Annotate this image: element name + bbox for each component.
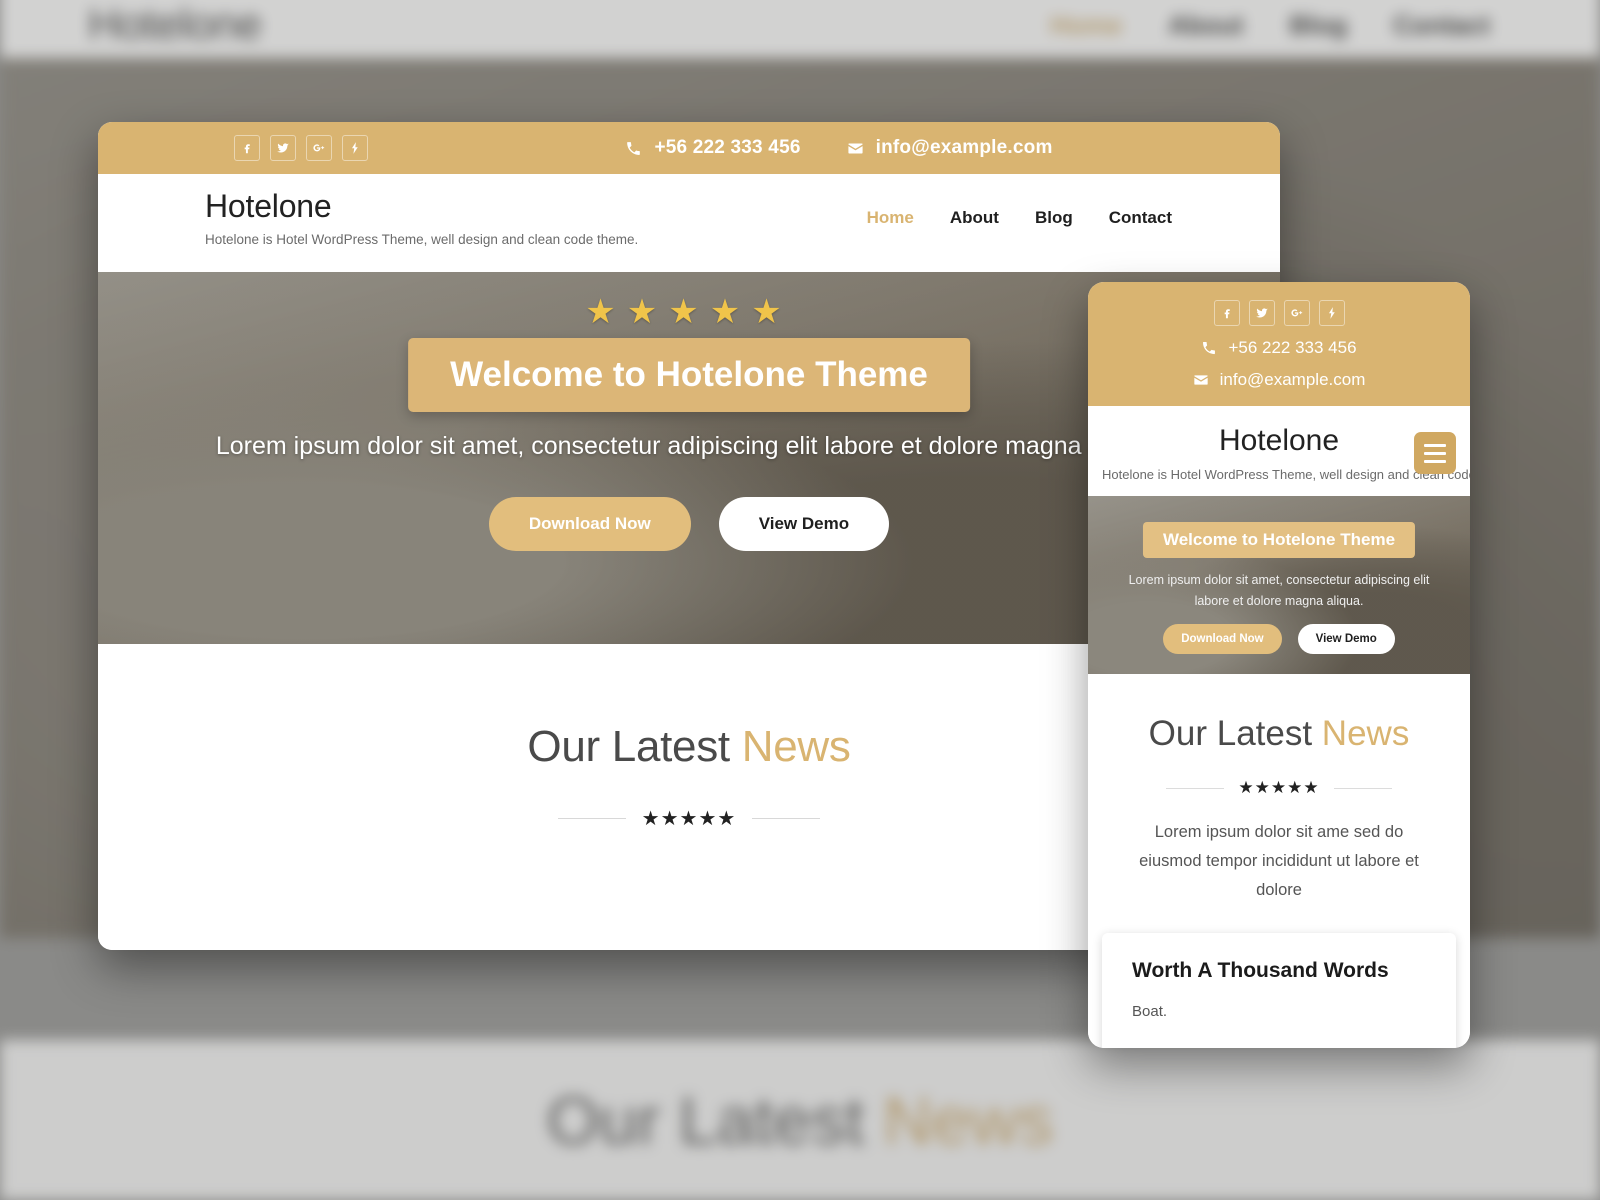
brand-name: Hotelone [205, 188, 332, 224]
envelope-icon [1193, 375, 1208, 385]
mobile-hero-actions: Download Now View Demo [1088, 624, 1470, 654]
phone-icon [627, 141, 641, 155]
background-nav-about: About [1168, 10, 1244, 40]
hamburger-bar [1424, 443, 1446, 447]
mobile-phone-contact[interactable]: +56 222 333 456 [1088, 338, 1470, 358]
nav-item-about[interactable]: About [950, 208, 999, 228]
email-address: info@example.com [875, 137, 1053, 158]
mobile-email-contact[interactable]: info@example.com [1088, 370, 1470, 390]
nav-item-contact[interactable]: Contact [1109, 208, 1172, 228]
background-header: Hotelone Hotelone is Hotel WordPress The… [0, 0, 1600, 77]
flash-icon[interactable] [1318, 300, 1345, 326]
email-contact[interactable]: info@example.com [847, 137, 1053, 159]
twitter-icon[interactable] [270, 135, 296, 161]
mobile-brand-tagline: Hotelone is Hotel WordPress Theme, well … [1102, 467, 1470, 482]
social-links [234, 135, 368, 161]
background-brand-name: Hotelone [88, 0, 262, 49]
mobile-social-links [1088, 300, 1470, 326]
background-nav-blog: Blog [1289, 10, 1348, 40]
hamburger-menu-button[interactable] [1414, 432, 1456, 474]
news-card-excerpt: Boat. [1132, 1002, 1168, 1020]
separator-line-right [1333, 787, 1392, 789]
mobile-news-description: Lorem ipsum dolor sit ame sed do eiusmod… [1139, 823, 1419, 899]
mobile-latest-news-section: Our Latest News ★★★★★ Lorem ipsum dolor … [1088, 674, 1470, 1048]
brand-block: Hotelone Hotelone is Hotel WordPress The… [205, 188, 638, 247]
mobile-news-separator: ★★★★★ [1088, 778, 1470, 798]
google-plus-icon[interactable] [306, 135, 332, 161]
mobile-topbar: +56 222 333 456 info@example.com [1088, 282, 1470, 406]
phone-number: +56 222 333 456 [654, 137, 801, 158]
mobile-phone-number: +56 222 333 456 [1228, 338, 1357, 357]
background-nav-home: Home [1050, 10, 1123, 40]
mobile-header: Hotelone Hotelone is Hotel WordPress The… [1088, 406, 1470, 496]
separator-line-left [557, 818, 626, 819]
news-heading-plain: Our Latest [527, 722, 742, 771]
background-nav: Home About Blog Contact [1050, 10, 1490, 41]
background-nav-contact: Contact [1393, 10, 1490, 40]
phone-icon [1203, 342, 1216, 355]
separator-stars: ★★★★★ [1238, 778, 1320, 797]
download-now-button[interactable]: Download Now [488, 497, 691, 551]
brand-tagline: Hotelone is Hotel WordPress Theme, well … [205, 232, 639, 247]
background-news-accent: News [883, 1083, 1054, 1159]
mobile-hero-section: Welcome to Hotelone Theme Lorem ipsum do… [1088, 496, 1470, 674]
mobile-news-heading-accent: News [1321, 714, 1410, 753]
hamburger-bar [1424, 451, 1446, 455]
mobile-news-heading: Our Latest News [1088, 714, 1470, 754]
mobile-download-now-button[interactable]: Download Now [1163, 624, 1282, 654]
nav-item-blog[interactable]: Blog [1035, 208, 1073, 228]
news-card[interactable]: Worth A Thousand Words Boat. [1102, 932, 1456, 1048]
phone-contact[interactable]: +56 222 333 456 [625, 137, 800, 159]
background-news-heading: Our Latest News [547, 1082, 1053, 1160]
separator-line-left [1166, 787, 1225, 789]
facebook-icon[interactable] [234, 135, 260, 161]
mobile-preview-panel: +56 222 333 456 info@example.com Hotelon… [1088, 282, 1470, 1048]
mobile-hero-subtitle: Lorem ipsum dolor sit amet, consectetur … [1128, 573, 1430, 608]
hamburger-bar [1424, 459, 1446, 463]
mobile-news-heading-plain: Our Latest [1148, 714, 1322, 753]
flash-icon[interactable] [342, 135, 368, 161]
desktop-topbar: +56 222 333 456 info@example.com [98, 122, 1280, 174]
mobile-view-demo-button[interactable]: View Demo [1297, 624, 1395, 654]
mobile-hero-title-banner: Welcome to Hotelone Theme [1142, 522, 1416, 558]
background-news-plain: Our Latest [546, 1083, 884, 1159]
nav-item-home[interactable]: Home [867, 208, 914, 228]
envelope-icon [848, 143, 863, 153]
mobile-email-address: info@example.com [1219, 370, 1366, 389]
desktop-header: Hotelone Hotelone is Hotel WordPress The… [98, 174, 1280, 272]
twitter-icon[interactable] [1248, 300, 1275, 326]
separator-line-right [752, 818, 821, 819]
google-plus-icon[interactable] [1283, 300, 1310, 326]
mobile-brand-name: Hotelone [1218, 424, 1340, 457]
facebook-icon[interactable] [1213, 300, 1240, 326]
background-news-section: Our Latest News [0, 1040, 1600, 1200]
news-heading-accent: News [741, 722, 851, 771]
main-navigation: Home About Blog Contact [867, 208, 1172, 228]
view-demo-button[interactable]: View Demo [718, 497, 890, 551]
news-card-title: Worth A Thousand Words [1132, 958, 1389, 982]
separator-stars: ★★★★★ [641, 808, 737, 830]
hero-title-banner: Welcome to Hotelone Theme [408, 338, 970, 412]
